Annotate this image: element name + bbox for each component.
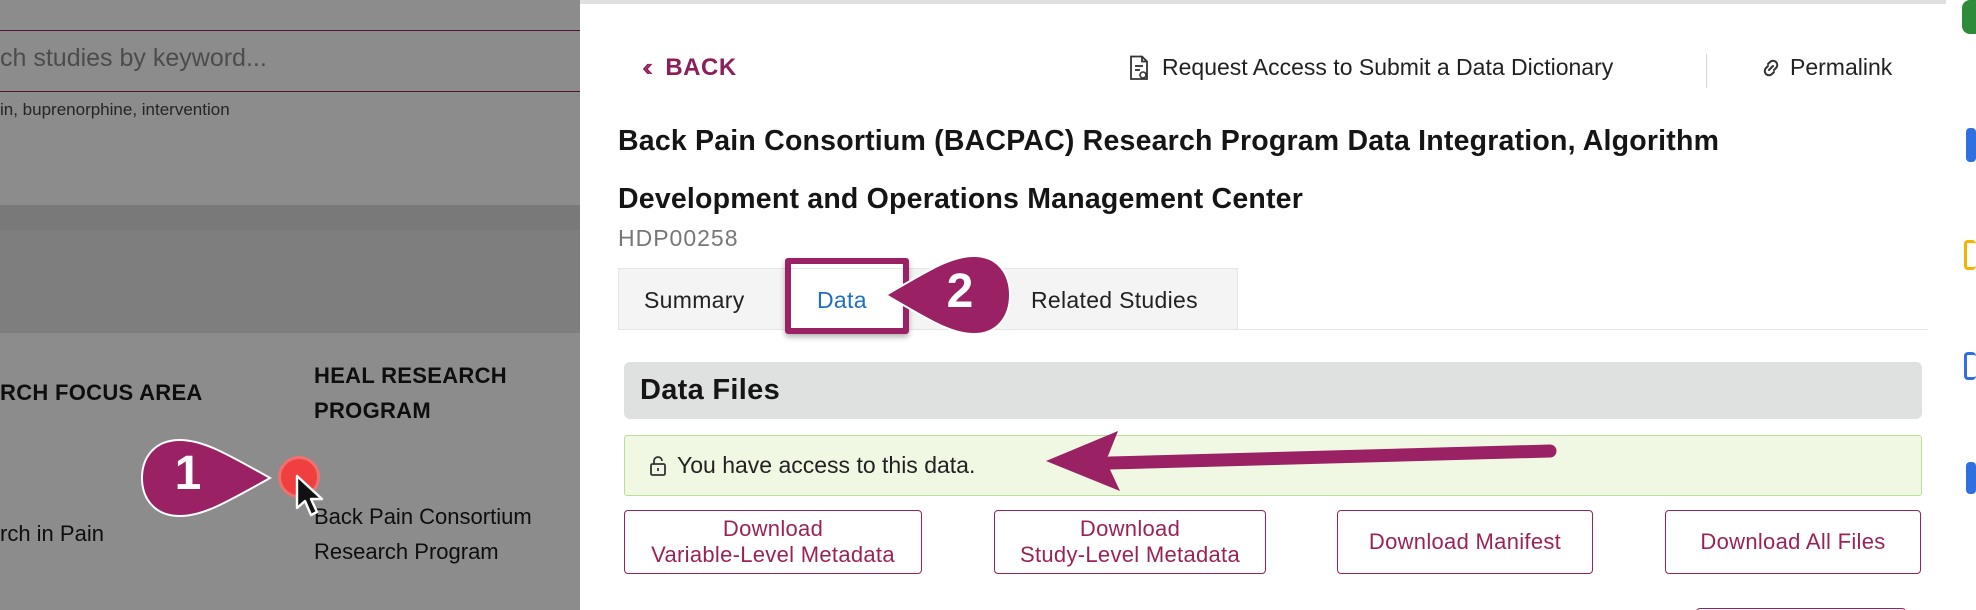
- download-study-metadata-button[interactable]: Download Study-Level Metadata: [994, 510, 1266, 574]
- link-icon: [1763, 59, 1779, 76]
- tab-related-studies[interactable]: Related Studies: [1031, 287, 1198, 314]
- chevrons-left-icon: ‹‹: [642, 52, 654, 82]
- study-tabs: Summary Data Related Studies: [618, 268, 1238, 331]
- back-label: BACK: [665, 53, 737, 81]
- document-icon: [1130, 55, 1148, 80]
- button-line-1: Download: [1079, 516, 1181, 541]
- toolbar-divider: [1706, 54, 1707, 88]
- window-edge: [1946, 0, 1976, 610]
- tab-data[interactable]: Data: [817, 287, 867, 314]
- request-access-button[interactable]: Request Access to Submit a Data Dictiona…: [1128, 54, 1613, 81]
- edge-badge-blue-2: [1964, 352, 1976, 380]
- button-line-2: Study-Level Metadata: [1019, 542, 1241, 567]
- back-button[interactable]: ‹‹ BACK: [642, 52, 737, 83]
- access-message-row: You have access to this data.: [649, 452, 975, 479]
- data-files-title: Data Files: [640, 374, 780, 406]
- request-access-label: Request Access to Submit a Data Dictiona…: [1162, 54, 1614, 80]
- edge-badge-yellow: [1964, 240, 1976, 270]
- study-detail-drawer: ‹‹ BACK Request Access to Submit a Data …: [580, 0, 1946, 610]
- study-title: Back Pain Consortium (BACPAC) Research P…: [618, 125, 1720, 215]
- data-files-header: Data Files: [624, 362, 1922, 419]
- access-banner: You have access to this data.: [624, 435, 1922, 496]
- download-manifest-button[interactable]: Download Manifest: [1337, 510, 1593, 574]
- edge-badge-blue-3: [1966, 462, 1976, 494]
- download-all-files-button[interactable]: Download All Files: [1665, 510, 1921, 574]
- download-variable-metadata-button[interactable]: Download Variable-Level Metadata: [624, 510, 922, 574]
- button-line-1: Download: [722, 516, 824, 541]
- study-tabs-bar: Summary Data Related Studies: [618, 268, 1928, 331]
- edge-badge-green: [1962, 0, 1976, 34]
- tab-summary[interactable]: Summary: [644, 287, 745, 314]
- unlock-icon: [650, 455, 666, 476]
- access-message: You have access to this data.: [677, 452, 976, 478]
- edge-badge-blue: [1966, 128, 1976, 162]
- callout-1-number: 1: [174, 447, 202, 500]
- study-id: HDP00258: [618, 225, 739, 251]
- background-page: ch studies by keyword... in, buprenorphi…: [0, 0, 580, 610]
- permalink-label: Permalink: [1790, 54, 1893, 80]
- callout-2-number: 2: [946, 265, 974, 318]
- button-line-2: Variable-Level Metadata: [651, 542, 895, 567]
- modal-scrim[interactable]: [0, 0, 580, 610]
- permalink-button[interactable]: Permalink: [1760, 54, 1892, 81]
